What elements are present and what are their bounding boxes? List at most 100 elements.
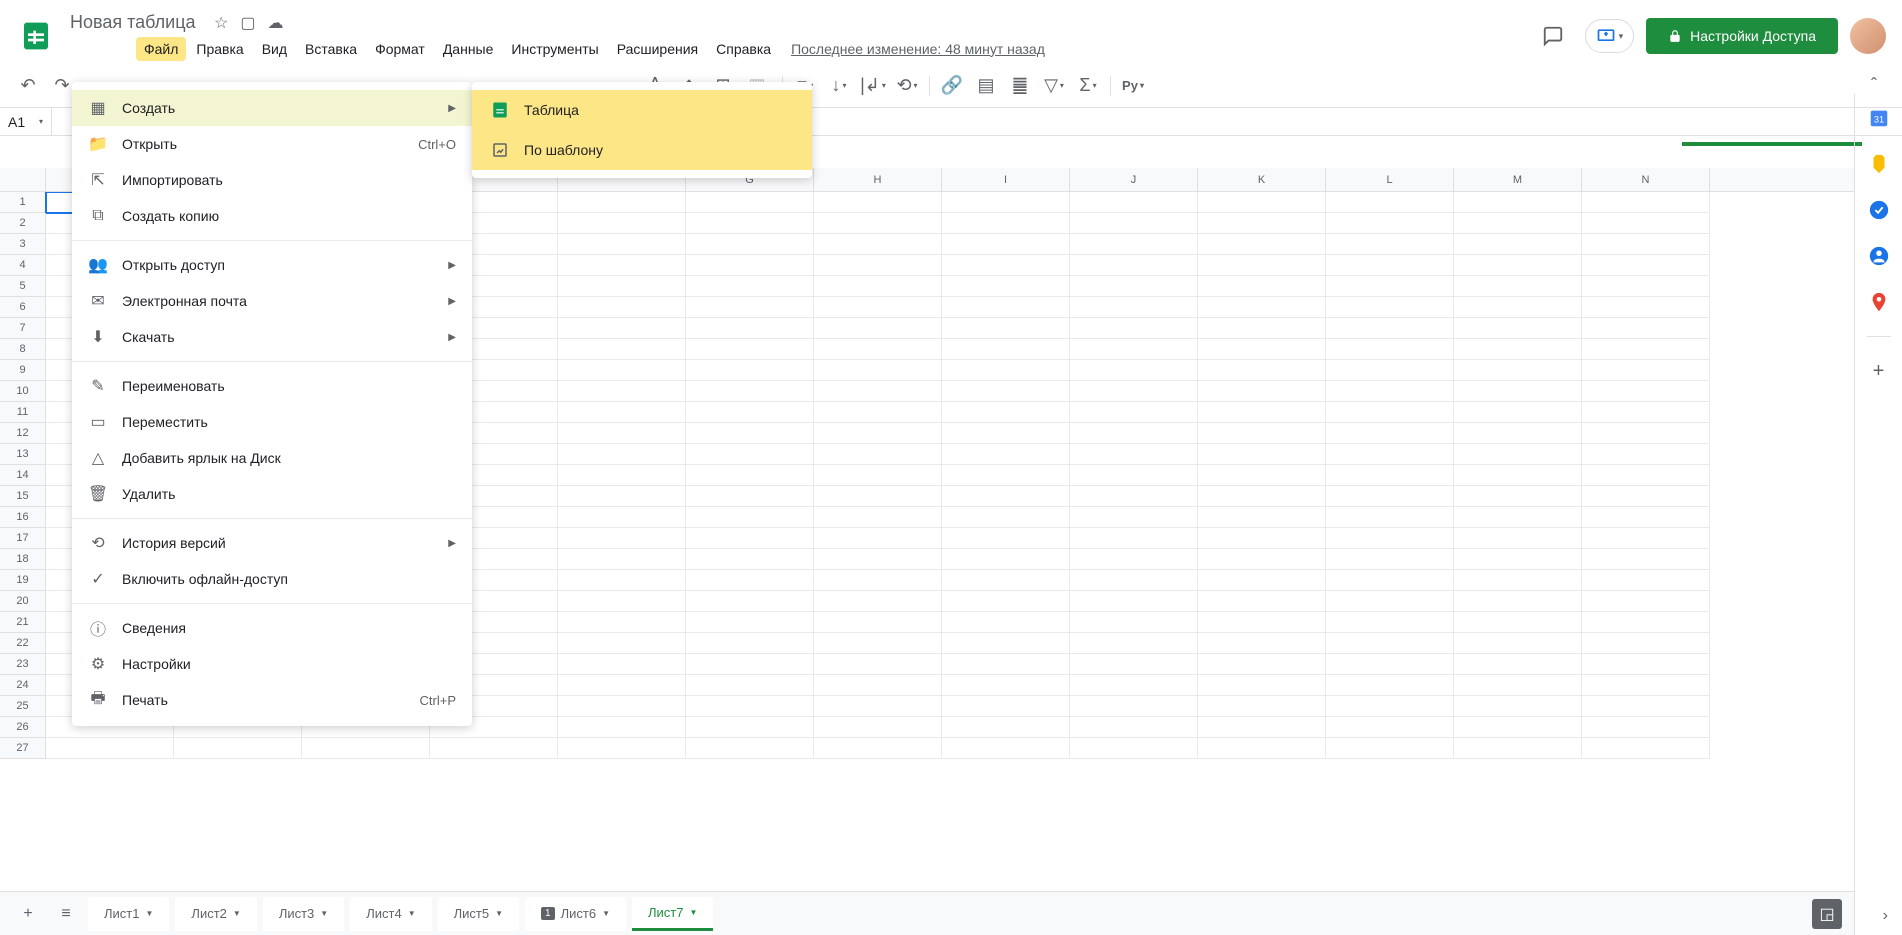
row-header[interactable]: 9 bbox=[0, 360, 46, 381]
addon-button[interactable]: Рy bbox=[1117, 71, 1149, 101]
cell[interactable] bbox=[1070, 486, 1198, 507]
file-menu-Переместить[interactable]: ▭Переместить bbox=[72, 404, 472, 440]
cell[interactable] bbox=[1454, 465, 1582, 486]
cell[interactable] bbox=[558, 549, 686, 570]
cell[interactable] bbox=[1326, 654, 1454, 675]
sheet-tab-Лист3[interactable]: Лист3▼ bbox=[263, 897, 344, 931]
cell[interactable] bbox=[1326, 297, 1454, 318]
row-header[interactable]: 15 bbox=[0, 486, 46, 507]
file-menu-Электронная почта[interactable]: ✉Электронная почта▶ bbox=[72, 283, 472, 319]
functions-button[interactable]: Σ bbox=[1072, 71, 1104, 101]
cell[interactable] bbox=[942, 591, 1070, 612]
row-header[interactable]: 24 bbox=[0, 675, 46, 696]
cell[interactable] bbox=[686, 612, 814, 633]
cell[interactable] bbox=[558, 381, 686, 402]
sheets-logo[interactable] bbox=[16, 16, 56, 56]
cell[interactable] bbox=[686, 675, 814, 696]
cell[interactable] bbox=[686, 234, 814, 255]
calendar-icon[interactable]: 31 bbox=[1867, 106, 1891, 130]
cell[interactable] bbox=[1454, 213, 1582, 234]
cell[interactable] bbox=[686, 339, 814, 360]
cell[interactable] bbox=[686, 213, 814, 234]
cell[interactable] bbox=[1326, 570, 1454, 591]
cell[interactable] bbox=[814, 213, 942, 234]
cell[interactable] bbox=[1070, 318, 1198, 339]
cell[interactable] bbox=[1326, 633, 1454, 654]
file-menu-Открыть доступ[interactable]: 👥Открыть доступ▶ bbox=[72, 247, 472, 283]
cell[interactable] bbox=[558, 717, 686, 738]
cell[interactable] bbox=[686, 255, 814, 276]
file-menu-Удалить[interactable]: 🗑Удалить bbox=[72, 476, 472, 512]
column-header[interactable]: N bbox=[1582, 168, 1710, 191]
cell[interactable] bbox=[1198, 654, 1326, 675]
file-menu-Переименовать[interactable]: ✎Переименовать bbox=[72, 368, 472, 404]
cell[interactable] bbox=[1454, 255, 1582, 276]
last-change-link[interactable]: Последнее изменение: 48 минут назад bbox=[791, 41, 1045, 57]
row-header[interactable]: 26 bbox=[0, 717, 46, 738]
cell[interactable] bbox=[1326, 255, 1454, 276]
cell[interactable] bbox=[1198, 717, 1326, 738]
cell[interactable] bbox=[942, 402, 1070, 423]
cell[interactable] bbox=[1454, 591, 1582, 612]
cell[interactable] bbox=[1454, 570, 1582, 591]
cell[interactable] bbox=[942, 717, 1070, 738]
all-sheets-button[interactable]: ≡ bbox=[50, 898, 82, 930]
cell[interactable] bbox=[1326, 465, 1454, 486]
add-sheet-button[interactable]: + bbox=[12, 898, 44, 930]
cell[interactable] bbox=[1070, 696, 1198, 717]
cell[interactable] bbox=[1198, 381, 1326, 402]
row-header[interactable]: 16 bbox=[0, 507, 46, 528]
column-header[interactable]: L bbox=[1326, 168, 1454, 191]
cell[interactable] bbox=[1454, 402, 1582, 423]
cell[interactable] bbox=[558, 570, 686, 591]
cell[interactable] bbox=[686, 654, 814, 675]
cell[interactable] bbox=[1326, 591, 1454, 612]
cell[interactable] bbox=[1326, 339, 1454, 360]
cell[interactable] bbox=[686, 402, 814, 423]
file-menu-Добавить ярлык на Диск[interactable]: △Добавить ярлык на Диск bbox=[72, 440, 472, 476]
cell[interactable] bbox=[1326, 213, 1454, 234]
cell[interactable] bbox=[1070, 717, 1198, 738]
file-menu-Открыть[interactable]: 📁ОткрытьCtrl+O bbox=[72, 126, 472, 162]
row-header[interactable]: 2 bbox=[0, 213, 46, 234]
sheet-tab-Лист2[interactable]: Лист2▼ bbox=[175, 897, 256, 931]
cell[interactable] bbox=[1326, 318, 1454, 339]
cell[interactable] bbox=[814, 339, 942, 360]
cell[interactable] bbox=[814, 486, 942, 507]
cell[interactable] bbox=[1198, 507, 1326, 528]
cell[interactable] bbox=[1582, 654, 1710, 675]
cell[interactable] bbox=[1198, 549, 1326, 570]
cell[interactable] bbox=[686, 717, 814, 738]
cell[interactable] bbox=[558, 591, 686, 612]
cell[interactable] bbox=[558, 486, 686, 507]
cell[interactable] bbox=[1198, 234, 1326, 255]
cell[interactable] bbox=[558, 633, 686, 654]
cell[interactable] bbox=[814, 654, 942, 675]
row-header[interactable]: 6 bbox=[0, 297, 46, 318]
cell[interactable] bbox=[1454, 654, 1582, 675]
sheet-tab-Лист5[interactable]: Лист5▼ bbox=[438, 897, 519, 931]
row-header[interactable]: 1 bbox=[0, 192, 46, 213]
cell[interactable] bbox=[1454, 318, 1582, 339]
submenu-По шаблону[interactable]: По шаблону bbox=[472, 130, 812, 170]
cell[interactable] bbox=[942, 234, 1070, 255]
cell[interactable] bbox=[686, 633, 814, 654]
cell[interactable] bbox=[686, 423, 814, 444]
cell[interactable] bbox=[1454, 528, 1582, 549]
cell[interactable] bbox=[942, 297, 1070, 318]
cell[interactable] bbox=[1070, 633, 1198, 654]
cell[interactable] bbox=[558, 192, 686, 213]
cell[interactable] bbox=[686, 549, 814, 570]
row-header[interactable]: 19 bbox=[0, 570, 46, 591]
row-header[interactable]: 22 bbox=[0, 633, 46, 654]
cell[interactable] bbox=[814, 297, 942, 318]
cell[interactable] bbox=[1582, 402, 1710, 423]
file-menu-Создать[interactable]: ▦Создать▶ bbox=[72, 90, 472, 126]
user-avatar[interactable] bbox=[1850, 18, 1886, 54]
cell[interactable] bbox=[814, 381, 942, 402]
row-header[interactable]: 11 bbox=[0, 402, 46, 423]
cell[interactable] bbox=[1326, 612, 1454, 633]
cell[interactable] bbox=[1198, 612, 1326, 633]
row-header[interactable]: 20 bbox=[0, 591, 46, 612]
cell[interactable] bbox=[558, 675, 686, 696]
